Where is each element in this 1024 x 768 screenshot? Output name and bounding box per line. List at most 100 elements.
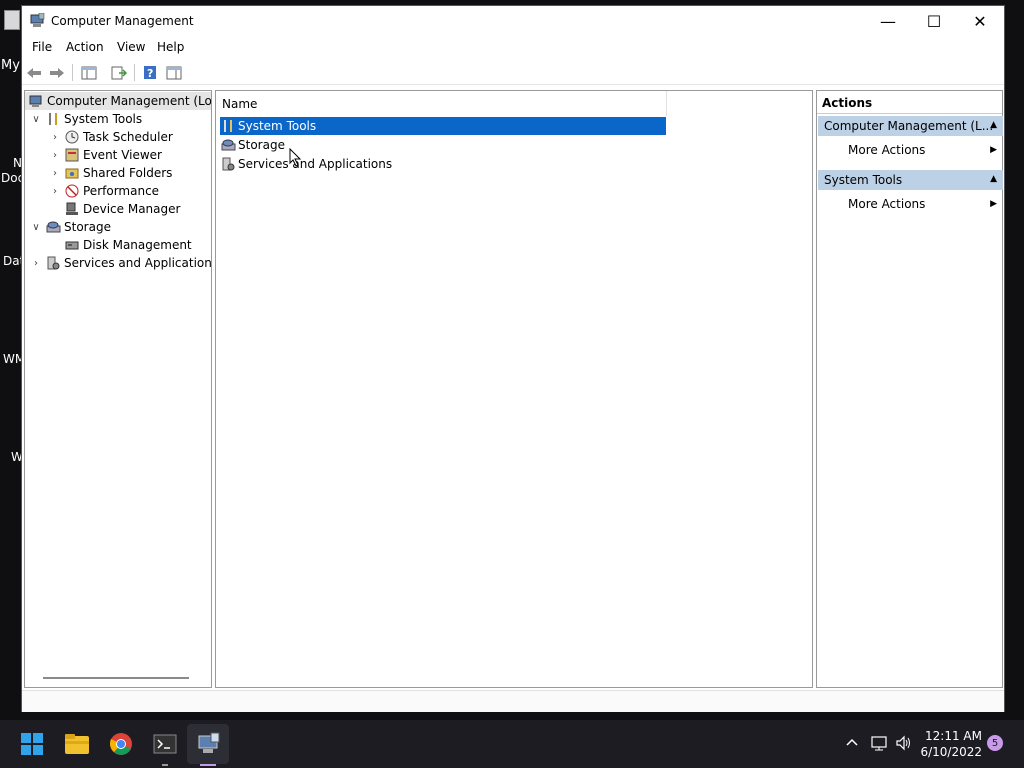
status-bar [22,690,1004,712]
action-section-title: System Tools [824,173,903,187]
list-item-system-tools[interactable]: System Tools [220,117,666,135]
chevron-right-icon[interactable]: › [48,150,62,161]
tree-item-label: Performance [83,184,160,198]
toolbar-separator [72,64,73,81]
terminal-icon[interactable] [151,730,179,758]
action-more-actions[interactable]: More Actions ▶ [848,195,1003,213]
toolbar-separator [134,64,135,81]
tree-item-label: Services and Applications [64,256,212,270]
list-item-storage[interactable]: Storage [220,136,285,154]
tree-item-system-tools[interactable]: ∨ System Tools [29,110,142,128]
chevron-right-icon[interactable]: › [48,186,62,197]
list-item-label: System Tools [238,119,317,133]
tree-item-label: System Tools [64,112,143,126]
maximize-button[interactable]: ☐ [911,6,957,36]
tree-root[interactable]: Computer Management (Local [25,92,211,110]
file-explorer-icon[interactable] [63,730,91,758]
clock-icon [64,130,80,145]
tree-item-disk-management[interactable]: Disk Management [62,236,192,254]
services-icon [220,157,236,172]
services-icon [45,256,61,271]
event-viewer-icon [64,148,80,163]
clock-date: 6/10/2022 [920,745,982,759]
title-bar[interactable]: Computer Management — ☐ ✕ [22,6,1004,36]
list-item-services-and-applications[interactable]: Services and Applications [220,155,392,173]
chevron-right-icon[interactable]: › [29,258,43,269]
action-item-label: More Actions [848,143,926,157]
horizontal-scrollbar[interactable] [43,677,189,679]
storage-icon [220,138,236,153]
clock[interactable]: 12:11 AM 6/10/2022 [920,728,982,760]
tree-root-label: Computer Management (Local [47,94,212,108]
window-title: Computer Management [51,14,194,28]
actions-header-label: Actions [822,96,873,110]
list-item-label: Services and Applications [238,157,393,171]
submenu-arrow-icon: ▶ [990,199,997,209]
actions-pane: Actions Computer Management (L... ▲ More… [816,90,1003,688]
menu-bar: File Action View Help [22,36,1004,58]
collapse-triangle-icon[interactable]: ▲ [990,174,997,184]
menu-view[interactable]: View [117,40,145,54]
menu-action[interactable]: Action [66,40,104,54]
tree-item-label: Disk Management [83,238,192,252]
desktop-label-my: My [1,58,20,73]
menu-help[interactable]: Help [157,40,184,54]
chevron-right-icon[interactable]: › [48,168,62,179]
desktop-icon-my[interactable] [0,10,22,30]
device-manager-icon [64,202,80,217]
tree-item-performance[interactable]: › Performance [48,182,159,200]
notification-badge[interactable]: 5 [987,735,1003,751]
action-more-actions[interactable]: More Actions ▶ [848,141,1003,159]
network-icon[interactable] [871,735,889,755]
collapse-triangle-icon[interactable]: ▲ [990,120,997,130]
tree-item-label: Device Manager [83,202,181,216]
chrome-icon[interactable] [107,730,135,758]
tools-icon [45,112,61,127]
tree-item-label: Storage [64,220,111,234]
close-button[interactable]: ✕ [957,6,1003,36]
console-tree-icon[interactable] [80,64,98,81]
performance-icon [64,184,80,199]
submenu-arrow-icon: ▶ [990,145,997,155]
disk-icon [64,238,80,253]
taskbar: 12:11 AM 6/10/2022 [0,720,1024,768]
menu-file[interactable]: File [32,40,52,54]
computer-management-icon[interactable] [195,730,223,758]
action-section-computer-management[interactable]: Computer Management (L... ▲ [818,116,1003,136]
forward-arrow-icon[interactable] [48,64,66,81]
chevron-down-icon[interactable]: ∨ [29,222,43,233]
tree-item-shared-folders[interactable]: › Shared Folders [48,164,172,182]
running-indicator [162,764,168,766]
help-icon[interactable]: ? [141,64,159,81]
action-section-title: Computer Management (L... [824,119,994,133]
minimize-button[interactable]: — [865,6,911,36]
chevron-down-icon[interactable]: ∨ [29,114,43,125]
tree-item-label: Shared Folders [83,166,173,180]
chevron-up-icon[interactable] [845,735,859,753]
shared-folder-icon [64,166,80,181]
result-list[interactable]: Name System Tools Storage Services and A… [215,90,813,688]
export-list-icon[interactable] [110,64,128,81]
tree-item-device-manager[interactable]: Device Manager [62,200,180,218]
volume-icon[interactable] [895,735,913,755]
tree-item-storage[interactable]: ∨ Storage [29,218,111,236]
action-item-label: More Actions [848,197,926,211]
desktop-shortcut-icon [4,10,20,30]
clock-time: 12:11 AM [925,729,982,743]
action-pane-icon[interactable] [165,64,183,81]
column-header-label: Name [222,97,258,111]
actions-header: Actions [817,91,1002,114]
tree-item-event-viewer[interactable]: › Event Viewer [48,146,162,164]
action-section-system-tools[interactable]: System Tools ▲ [818,170,1003,190]
tree-item-services-and-applications[interactable]: › Services and Applications [29,254,212,272]
column-header-name[interactable]: Name [216,91,667,116]
chevron-right-icon[interactable]: › [48,132,62,143]
console-tree[interactable]: Computer Management (Local ∨ System Tool… [24,90,212,688]
toolbar: ? [22,60,1004,85]
back-arrow-icon[interactable] [25,64,43,81]
list-item-label: Storage [238,138,285,152]
tree-item-task-scheduler[interactable]: › Task Scheduler [48,128,173,146]
computer-management-window: Computer Management — ☐ ✕ File Action Vi… [21,5,1005,712]
start-icon[interactable] [18,730,46,758]
active-indicator [200,764,216,766]
